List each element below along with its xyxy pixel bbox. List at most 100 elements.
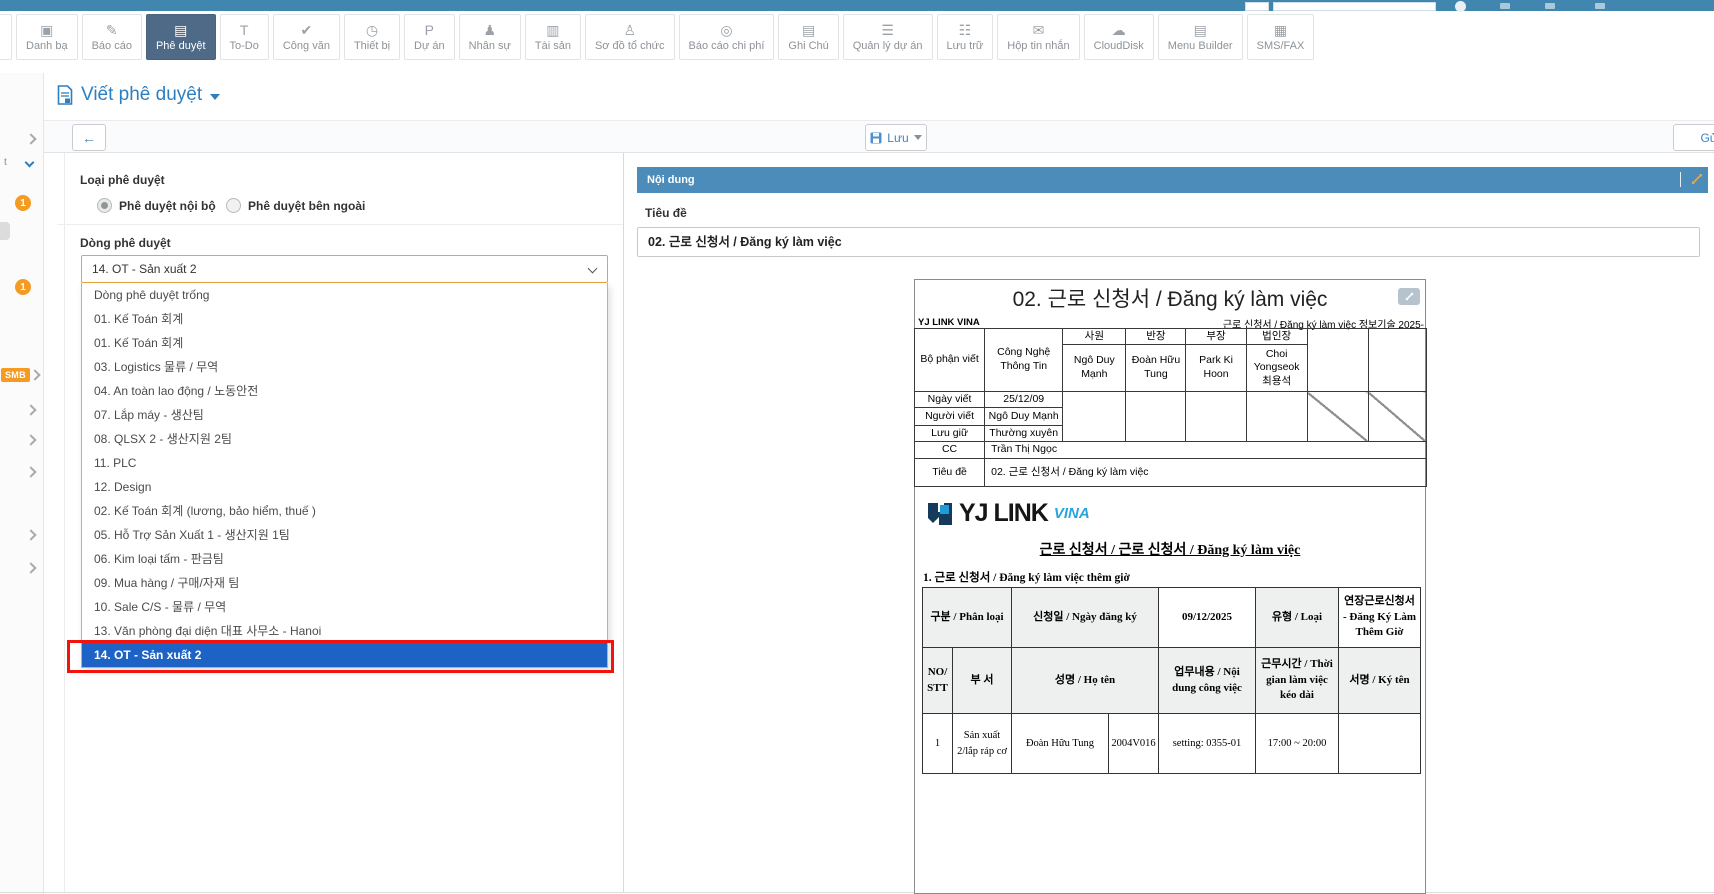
flow-option[interactable]: 08. QLSX 2 - 생산지원 2팀: [82, 427, 607, 451]
topbar-menu-icon[interactable]: [1595, 3, 1605, 9]
send-button-label: Gửi: [1700, 131, 1714, 145]
toolbar-item-4[interactable]: TTo-Do: [220, 14, 269, 60]
title-input[interactable]: 02. 근로 신청서 / Đăng ký làm việc: [637, 227, 1700, 257]
toolbar-item-label: Sơ đồ tổ chức: [595, 40, 665, 52]
toolbar-item-13[interactable]: ☰Quản lý dự án: [843, 14, 933, 60]
flow-option[interactable]: 01. Kế Toán 회계: [82, 307, 607, 331]
rail-tag[interactable]: SMB: [1, 368, 30, 382]
toolbar-item-16[interactable]: ☁CloudDisk: [1084, 14, 1154, 60]
flow-option[interactable]: Dòng phê duyệt trống: [82, 283, 607, 307]
toolbar-item-9[interactable]: ▥Tài sản: [525, 14, 581, 60]
ot-header-cell: 신청일 / Ngày đăng ký: [1012, 588, 1159, 648]
flow-option[interactable]: 05. Hỗ Trợ Sản Xuất 1 - 생산지원 1팀: [82, 523, 607, 547]
flow-option[interactable]: 03. Logistics 물류 / 무역: [82, 355, 607, 379]
flow-option[interactable]: 02. Kế Toán 회계 (lương, bảo hiểm, thuế ): [82, 499, 607, 523]
flow-option[interactable]: 12. Design: [82, 475, 607, 499]
approval-flow-selected-value: 14. OT - Sản xuất 2: [92, 262, 197, 276]
back-button[interactable]: ←: [72, 124, 106, 151]
menu-builder-icon: ▤: [1194, 23, 1207, 38]
subject-value-cell: 02. 근로 신청서 / Đăng ký làm việc: [985, 459, 1427, 487]
crossed-out-cell: [1307, 392, 1368, 442]
user-avatar[interactable]: [1455, 1, 1466, 12]
document-heading: 근로 신청서 / 근로 신청서 / Đăng ký làm việc: [915, 539, 1425, 559]
toolbar-item-8[interactable]: ♟Nhân sự: [459, 14, 521, 60]
chevron-right-icon[interactable]: [25, 562, 36, 573]
contacts-icon: ▣: [40, 23, 53, 38]
cc-label-cell: CC: [915, 442, 985, 459]
flow-option[interactable]: 04. An toàn lao động / 노동안전: [82, 379, 607, 403]
toolbar-item-17[interactable]: ▤Menu Builder: [1158, 14, 1243, 60]
approval-flow-label: Dòng phê duyệt: [80, 236, 171, 250]
toolbar-item-1[interactable]: ▣Danh bạ: [16, 14, 78, 60]
notification-badge[interactable]: 1: [15, 195, 31, 211]
search-scope-box[interactable]: [1245, 2, 1269, 11]
flow-option[interactable]: 09. Mua hàng / 구매/자재 팀: [82, 571, 607, 595]
toolbar-item-10[interactable]: ♙ Sơ đồ tổ chức: [585, 14, 675, 60]
title-dropdown-caret-icon[interactable]: [210, 94, 220, 100]
chevron-right-icon[interactable]: [25, 404, 36, 415]
radio-internal-approval[interactable]: [97, 198, 112, 213]
approval-icon: ▤: [174, 23, 187, 38]
approval-sign-table: Bộ phận viết Công Nghệ Thông Tin 사원 반장 부…: [914, 328, 1427, 487]
ot-header-cell: 유형 / Loại: [1256, 588, 1339, 648]
ot-header-cell: 부 서: [953, 648, 1012, 714]
content-panel-title: Nội dung: [647, 174, 695, 186]
toolbar-item-15[interactable]: ✉Hộp tin nhắn: [997, 14, 1079, 60]
toolbar-item-11[interactable]: ◎Báo cáo chi phí: [679, 14, 775, 60]
toolbar-item-6[interactable]: ◷Thiết bị: [344, 14, 400, 60]
chevron-right-icon[interactable]: [25, 133, 36, 144]
radio-external-approval[interactable]: [226, 198, 241, 213]
flow-option[interactable]: 13. Văn phòng đại diện 대표 사무소 - Hanoi: [82, 619, 607, 643]
flow-option[interactable]: 14. OT - Sản xuất 2: [82, 643, 607, 667]
company-logo: YJ LINK VINA: [927, 499, 1090, 528]
topbar-menu-icon[interactable]: [1545, 3, 1555, 9]
save-dropdown-caret-icon[interactable]: [914, 135, 922, 140]
chevron-down-icon[interactable]: [25, 158, 35, 168]
expand-panel-icon[interactable]: [1689, 171, 1705, 187]
toolbar-item-label: SMS/FAX: [1257, 40, 1305, 52]
chevron-right-icon[interactable]: [25, 434, 36, 445]
flow-option[interactable]: 10. Sale C/S - 물류 / 무역: [82, 595, 607, 619]
notification-badge[interactable]: 1: [15, 279, 31, 295]
toolbar-item-2[interactable]: ✎Báo cáo: [82, 14, 142, 60]
toolbar-item-3[interactable]: ▤Phê duyệt: [146, 14, 216, 60]
radio-external-label[interactable]: Phê duyệt bên ngoài: [248, 199, 365, 213]
save-button[interactable]: Lưu: [865, 124, 927, 151]
chevron-right-icon[interactable]: [29, 369, 40, 380]
flow-option[interactable]: 06. Kim loại tấm - 판금팀: [82, 547, 607, 571]
logo-brand-text: YJ LINK: [959, 499, 1048, 528]
toolbar-item-label: Công văn: [283, 40, 330, 52]
toolbar-item-label: CloudDisk: [1094, 40, 1144, 52]
flow-option[interactable]: 07. Lắp máy - 생산팀: [82, 403, 607, 427]
hr-icon: ♟: [483, 23, 496, 38]
ot-type-cell: 연장근로신청서 - Đăng Ký Làm Thêm Giờ: [1339, 588, 1421, 648]
global-search-input[interactable]: [1273, 2, 1436, 11]
document-expand-icon[interactable]: [1398, 288, 1420, 305]
flow-option[interactable]: 01. Kế Toán 회계: [82, 331, 607, 355]
ot-header-cell: 서명 / Ký tên: [1339, 648, 1421, 714]
page-title[interactable]: Viết phê duyệt: [57, 84, 220, 106]
orgchart-icon: ♙: [623, 23, 636, 38]
back-arrow-icon: ←: [82, 130, 96, 146]
chevron-right-icon[interactable]: [25, 529, 36, 540]
content-bottom-border: [0, 892, 1714, 893]
asset-icon: ▥: [546, 23, 559, 38]
send-button[interactable]: Gửi →: [1673, 124, 1714, 151]
toolbar-item-12[interactable]: ▤Ghi Chú: [778, 14, 838, 60]
sign-name-cell: Đoàn Hữu Tung: [1126, 345, 1186, 392]
toolbar-item-18[interactable]: ▦SMS/FAX: [1247, 14, 1315, 60]
chevron-right-icon[interactable]: [25, 466, 36, 477]
rail-tab[interactable]: [0, 222, 10, 240]
toolbar-item-5[interactable]: ✔Công văn: [273, 14, 340, 60]
sign-header-cell: 사원: [1063, 329, 1126, 345]
toolbar-item-7[interactable]: PDự án: [404, 14, 455, 60]
flow-option[interactable]: 11. PLC: [82, 451, 607, 475]
save-floppy-icon: [870, 132, 882, 144]
approval-flow-select[interactable]: 14. OT - Sản xuất 2: [81, 255, 608, 283]
topbar-menu-icon[interactable]: [1500, 3, 1510, 9]
ot-data-cell: Đoàn Hữu Tung: [1012, 714, 1109, 774]
section-divider: [57, 224, 623, 225]
toolbar-item-0[interactable]: ▦ịch: [0, 14, 12, 60]
toolbar-item-14[interactable]: ☷Lưu trữ: [937, 14, 994, 60]
radio-internal-label[interactable]: Phê duyệt nội bộ: [119, 199, 216, 213]
